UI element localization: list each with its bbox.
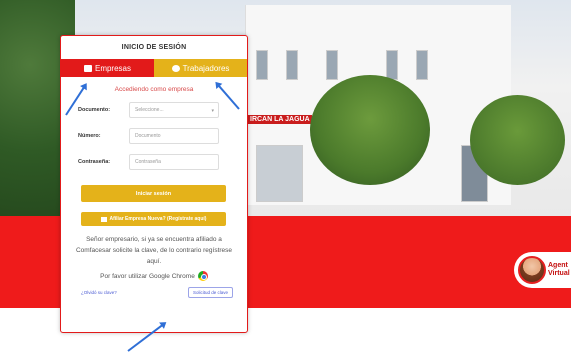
login-button[interactable]: Iniciar sesión — [81, 185, 226, 202]
documento-label: Documento: — [78, 107, 111, 113]
documento-row: Documento: Seleccione... ▾ — [78, 101, 247, 119]
window — [286, 50, 298, 80]
agent-avatar — [518, 256, 546, 284]
chrome-notice-text: Por favor utilizar Google Chrome — [100, 272, 195, 280]
chrome-notice: Por favor utilizar Google Chrome — [61, 271, 247, 281]
chevron-down-icon: ▾ — [211, 108, 214, 114]
numero-input[interactable]: Documento — [129, 128, 219, 144]
tree-middle — [310, 75, 430, 185]
building-icon — [83, 64, 92, 72]
agent-label: Agent Virtual — [548, 262, 570, 278]
numero-placeholder: Documento — [135, 133, 161, 139]
login-card: INICIO DE SESIÓN Empresas Trabajadores A… — [60, 35, 248, 333]
tree-right — [470, 95, 565, 185]
window — [256, 50, 268, 80]
virtual-agent-button[interactable]: Agent Virtual — [514, 252, 571, 288]
password-label: Contraseña: — [78, 159, 111, 165]
bottom-links: ¿Olvidó su clave? Solicitud de clave — [81, 287, 233, 298]
password-row: Contraseña: Contraseña — [78, 153, 247, 171]
tab-trabajadores-label: Trabajadores — [182, 63, 230, 73]
afiliar-empresa-button[interactable]: Afiliar Empresa Nueva? (Regístrate aquí) — [81, 212, 226, 226]
user-icon — [171, 64, 180, 72]
afiliar-empresa-label: Afiliar Empresa Nueva? (Regístrate aquí) — [109, 216, 207, 222]
agent-label-line2: Virtual — [548, 270, 570, 277]
agent-label-line1: Agent — [548, 262, 568, 269]
numero-row: Número: Documento — [78, 127, 247, 145]
window — [326, 50, 338, 80]
tab-trabajadores[interactable]: Trabajadores — [154, 59, 247, 77]
window — [386, 50, 398, 80]
password-placeholder: Contraseña — [135, 159, 161, 165]
login-tabs: Empresas Trabajadores — [61, 59, 247, 77]
documento-select-value: Seleccione... — [135, 107, 164, 113]
forgot-password-link[interactable]: ¿Olvidó su clave? — [81, 290, 117, 295]
documento-select[interactable]: Seleccione... ▾ — [129, 102, 219, 118]
window — [416, 50, 428, 80]
tab-empresas-label: Empresas — [94, 63, 131, 73]
garage-door — [256, 145, 303, 202]
tab-empresas[interactable]: Empresas — [61, 59, 154, 77]
register-icon — [100, 216, 107, 222]
password-input[interactable]: Contraseña — [129, 154, 219, 170]
chrome-icon — [197, 271, 208, 281]
info-text: Señor empresario, si ya se encuentra afi… — [75, 236, 233, 265]
building-sign: IRCAN LA JAGUA — [248, 115, 312, 124]
solicitud-clave-button[interactable]: Solicitud de clave — [187, 287, 233, 298]
card-title: INICIO DE SESIÓN — [121, 44, 187, 51]
numero-label: Número: — [78, 133, 101, 139]
